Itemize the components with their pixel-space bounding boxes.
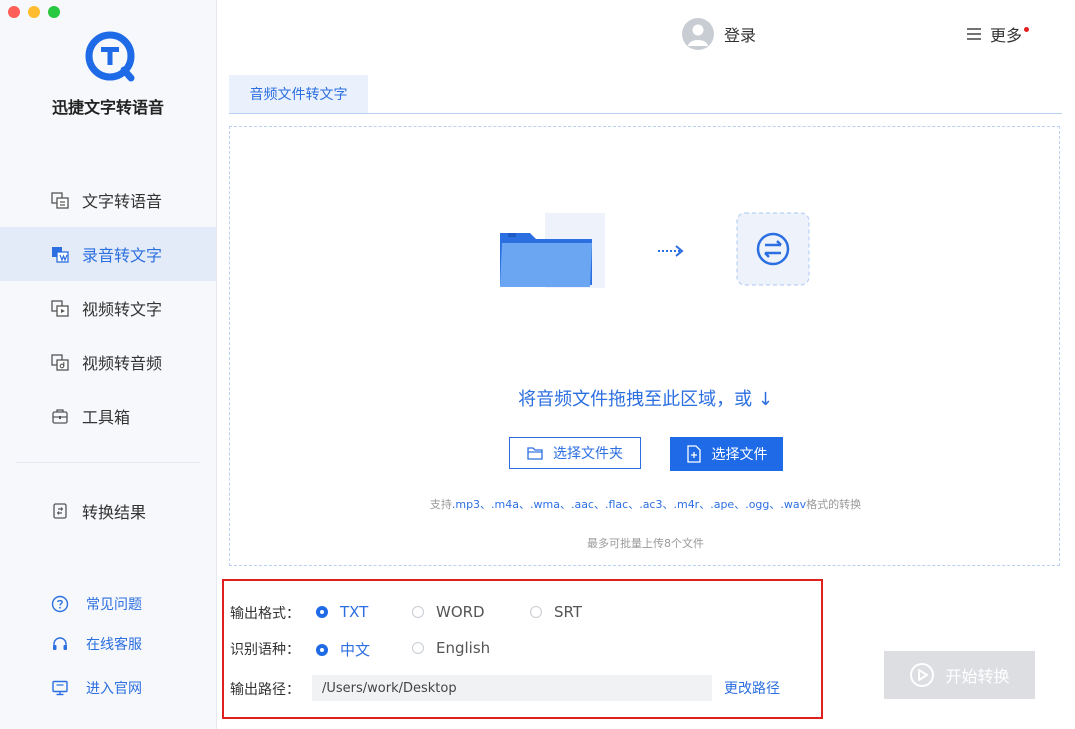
format-radio-srt[interactable]: SRT: [530, 603, 582, 621]
question-icon: [50, 594, 70, 614]
radio-label: WORD: [436, 603, 485, 621]
avatar-icon: [682, 18, 714, 50]
output-path-input[interactable]: [312, 675, 712, 701]
sidebar-item-video-to-text[interactable]: 视频转文字: [0, 281, 216, 335]
supported-formats: 支持.mp3、.m4a、.wma、.aac、.flac、.ac3、.m4r、.a…: [230, 496, 1061, 512]
radio-selected-icon: [316, 606, 328, 618]
login-label: 登录: [724, 26, 757, 45]
upload-limit-note: 最多可批量上传8个文件: [587, 537, 704, 550]
radio-unselected-icon: [412, 606, 424, 618]
sidebar-item-label: 视频转文字: [82, 300, 163, 319]
minimize-window-button[interactable]: [28, 6, 40, 18]
toolbox-icon: [50, 406, 70, 426]
radio-label: English: [436, 639, 491, 657]
sidebar-item-text-to-speech[interactable]: 文字转语音: [0, 173, 216, 227]
tab-underline: [229, 113, 1062, 114]
notification-dot: [1024, 26, 1030, 32]
app-name: 迅捷文字转语音: [51, 98, 164, 117]
arrow-right-icon: [658, 245, 684, 257]
radio-selected-icon: [316, 643, 328, 656]
folder-icon: [527, 445, 543, 461]
language-radio-chinese[interactable]: 中文: [316, 639, 370, 660]
select-folder-button[interactable]: 选择文件夹: [509, 437, 641, 469]
app-logo-icon: [85, 31, 135, 82]
sidebar-item-conversion-results[interactable]: 转换结果: [0, 484, 216, 538]
headset-icon: [50, 634, 70, 654]
recording-to-text-icon: [50, 244, 70, 264]
faq-link[interactable]: 常见问题: [50, 594, 142, 614]
output-options-panel: 输出格式： TXT WORD SRT 识别语种： 中文 English 输出路径…: [222, 579, 823, 719]
monitor-icon: [50, 678, 70, 698]
select-folder-label: 选择文件夹: [553, 446, 623, 462]
more-label: 更多: [990, 26, 1023, 45]
login-button[interactable]: 登录: [682, 18, 756, 50]
output-format-label: 输出格式：: [230, 606, 300, 622]
sidebar-item-toolbox[interactable]: 工具箱: [0, 389, 216, 443]
help-item-label: 在线客服: [86, 637, 142, 653]
start-conversion-label: 开始转换: [945, 667, 1010, 686]
sidebar-divider: [16, 462, 200, 463]
select-file-button[interactable]: 选择文件: [670, 437, 783, 471]
more-menu-button[interactable]: 更多: [966, 22, 1030, 46]
formats-list: .mp3、.m4a、.wma、.aac、.flac、.ac3、.m4r、.ape…: [451, 498, 807, 511]
window-controls: [8, 6, 60, 18]
help-item-label: 常见问题: [86, 597, 142, 613]
sidebar-item-recording-to-text[interactable]: 录音转文字: [0, 227, 216, 281]
output-path-label: 输出路径：: [230, 682, 300, 698]
result-icon: [50, 501, 70, 521]
video-to-text-icon: [50, 298, 70, 318]
online-support-link[interactable]: 在线客服: [50, 634, 142, 654]
radio-label: 中文: [340, 641, 371, 659]
close-window-button[interactable]: [8, 6, 20, 18]
drop-instruction: 将音频文件拖拽至此区域，或 ↓: [518, 389, 773, 410]
language-radio-english[interactable]: English: [412, 639, 490, 657]
language-label: 识别语种：: [230, 642, 300, 658]
format-radio-word[interactable]: WORD: [412, 603, 485, 621]
sidebar-item-video-to-audio[interactable]: 视频转音频: [0, 335, 216, 389]
select-file-label: 选择文件: [711, 447, 768, 463]
text-to-speech-icon: [50, 190, 70, 210]
sidebar-item-label: 转换结果: [82, 503, 147, 522]
formats-prefix: 支持: [429, 498, 452, 511]
radio-unselected-icon: [412, 642, 424, 654]
change-path-link[interactable]: 更改路径: [724, 678, 780, 698]
sidebar-item-label: 工具箱: [82, 408, 131, 427]
formats-suffix: 格式的转换: [806, 498, 862, 511]
radio-label: TXT: [340, 603, 369, 621]
tab-audio-to-text[interactable]: 音频文件转文字: [229, 75, 368, 113]
format-radio-txt[interactable]: TXT: [316, 603, 368, 621]
help-item-label: 进入官网: [86, 681, 142, 697]
video-to-audio-icon: [50, 352, 70, 372]
sidebar: 迅捷文字转语音 文字转语音 录音转文字 视频转文字 视频转音频 工具箱 转换结果…: [0, 0, 217, 729]
start-conversion-button[interactable]: 开始转换: [884, 651, 1035, 699]
sidebar-item-label: 文字转语音: [82, 192, 163, 211]
official-website-link[interactable]: 进入官网: [50, 678, 142, 698]
convert-icon: [736, 212, 810, 286]
add-file-icon: [686, 445, 702, 463]
tab-label: 音频文件转文字: [249, 87, 348, 103]
sidebar-item-label: 录音转文字: [82, 246, 163, 265]
radio-unselected-icon: [530, 606, 542, 618]
sidebar-item-label: 视频转音频: [82, 354, 163, 373]
radio-label: SRT: [554, 603, 583, 621]
file-drop-zone[interactable]: 将音频文件拖拽至此区域，或 ↓ 选择文件夹 选择文件 支持.mp3、.m4a、.…: [229, 126, 1060, 566]
maximize-window-button[interactable]: [48, 6, 60, 18]
menu-icon: [966, 27, 982, 41]
play-icon: [909, 662, 935, 688]
